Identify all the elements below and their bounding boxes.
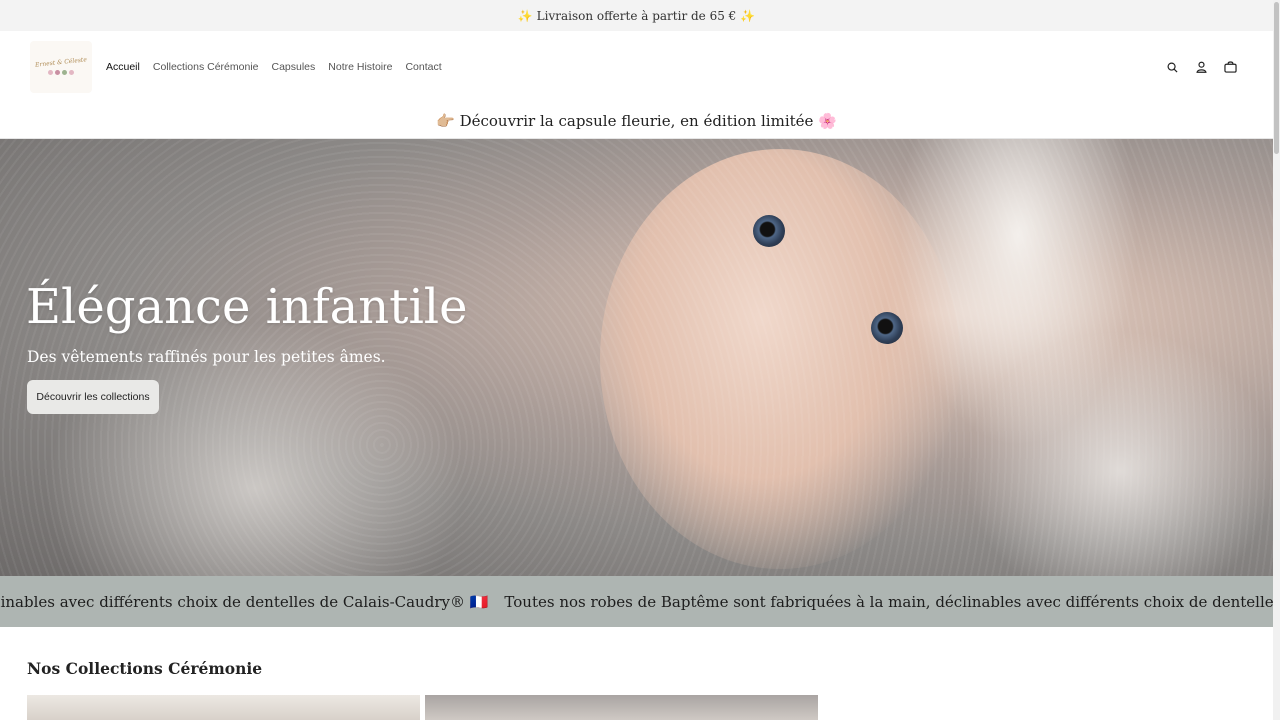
collection-card[interactable]	[27, 695, 420, 720]
hero-eye-right	[871, 312, 903, 344]
announcement-bar: ✨ Livraison offerte à partir de 65 € ✨	[0, 0, 1273, 31]
marquee-item: Toutes nos robes de Baptême sont fabriqu…	[0, 592, 489, 611]
announcement-text: ✨ Livraison offerte à partir de 65 € ✨	[517, 8, 756, 23]
header-actions	[1165, 31, 1238, 103]
cart-icon[interactable]	[1223, 60, 1238, 75]
nav-item-notre-histoire[interactable]: Notre Histoire	[328, 61, 392, 73]
account-icon[interactable]	[1194, 60, 1209, 75]
marquee-item: Toutes nos robes de Baptême sont fabriqu…	[504, 592, 1273, 611]
marquee-track: Toutes nos robes de Baptême sont fabriqu…	[0, 576, 1273, 627]
marquee-banner: Toutes nos robes de Baptême sont fabriqu…	[0, 576, 1273, 627]
discover-collections-button[interactable]: Découvrir les collections	[27, 380, 159, 414]
nav-item-accueil[interactable]: Accueil	[106, 61, 140, 73]
brand-logo[interactable]: Ernest & Céleste	[30, 41, 92, 93]
hero-eye-left	[753, 215, 785, 247]
promo-banner[interactable]: 👉🏼 Découvrir la capsule fleurie, en édit…	[0, 103, 1273, 139]
hero-subtitle: Des vêtements raffinés pour les petites …	[27, 348, 386, 366]
promo-text[interactable]: 👉🏼 Découvrir la capsule fleurie, en édit…	[436, 112, 837, 130]
hero-banner: Élégance infantile Des vêtements raffiné…	[0, 139, 1273, 576]
collections-section-title: Nos Collections Cérémonie	[27, 659, 263, 678]
scrollbar-thumb[interactable]	[1274, 2, 1279, 154]
page-scrollbar[interactable]	[1273, 0, 1280, 720]
search-icon[interactable]	[1165, 60, 1180, 75]
nav-item-capsules[interactable]: Capsules	[272, 61, 316, 73]
nav-item-collections-ceremonie[interactable]: Collections Cérémonie	[153, 61, 259, 73]
main-navigation: Accueil Collections Cérémonie Capsules N…	[106, 31, 442, 103]
site-header: Ernest & Céleste Accueil Collections Cér…	[0, 31, 1273, 103]
logo-wordmark: Ernest & Céleste	[34, 56, 88, 69]
collection-card[interactable]	[425, 695, 818, 720]
hero-title: Élégance infantile	[26, 279, 468, 335]
nav-item-contact[interactable]: Contact	[405, 61, 441, 73]
logo-flowers-icon	[48, 70, 74, 75]
